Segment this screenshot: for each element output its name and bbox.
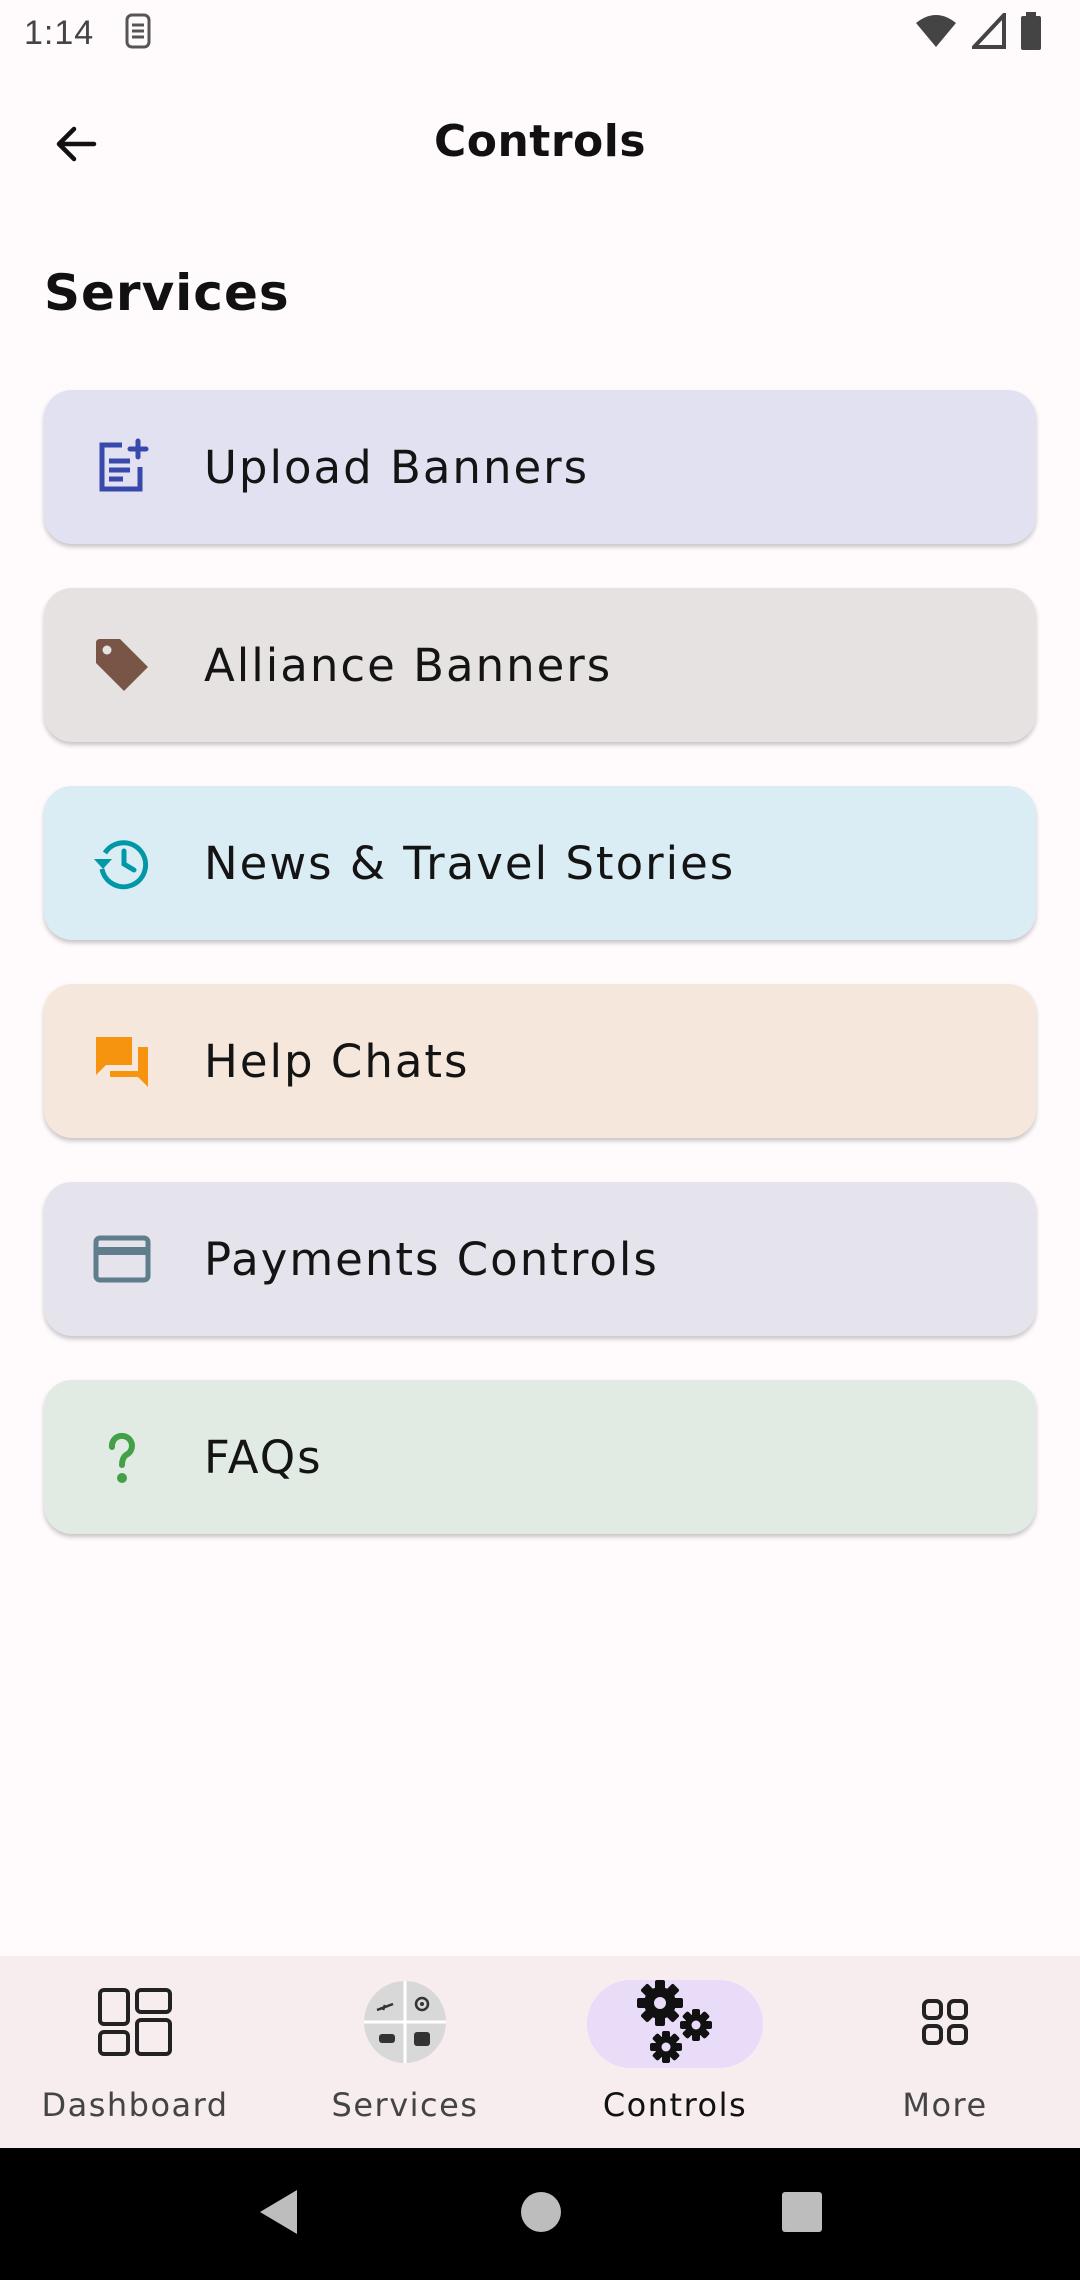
nav-controls[interactable]: Controls: [540, 1956, 810, 2148]
app-bar: Controls: [0, 86, 1080, 202]
status-bar: 1:14: [0, 0, 1080, 66]
upload-banners-tile[interactable]: Upload Banners: [44, 390, 1036, 544]
tile-label: Payments Controls: [204, 1232, 659, 1286]
tag-icon: [86, 629, 158, 701]
faqs-tile[interactable]: FAQs: [44, 1380, 1036, 1534]
dashboard-icon: [97, 1987, 173, 2061]
status-time: 1:14: [24, 13, 95, 52]
nav-icon-container: [47, 1980, 223, 2068]
credit-card-icon: [86, 1223, 158, 1295]
page-title: Controls: [433, 116, 647, 167]
tile-label: Help Chats: [204, 1034, 470, 1088]
post-add-icon: [86, 431, 158, 503]
battery-icon: [1020, 12, 1042, 54]
tile-label: Alliance Banners: [204, 638, 613, 692]
nav-icon-container: [317, 1980, 493, 2068]
recents-square-icon[interactable]: [781, 2191, 823, 2237]
nav-label: More: [902, 2086, 988, 2124]
services-list: Upload Banners Alliance Banners News & T…: [44, 390, 1036, 1578]
grid-icon: [922, 1999, 968, 2049]
tile-label: Upload Banners: [204, 440, 590, 494]
news-travel-stories-tile[interactable]: News & Travel Stories: [44, 786, 1036, 940]
nav-label: Dashboard: [41, 2086, 229, 2124]
nav-more[interactable]: More: [810, 1956, 1080, 2148]
bottom-nav: Dashboard Services Controls More: [0, 1956, 1080, 2148]
nav-icon-container: [587, 1980, 763, 2068]
sim-card-icon: [124, 13, 152, 53]
question-mark-icon: [86, 1421, 158, 1493]
gears-icon: [634, 1979, 716, 2069]
nav-icon-container: [857, 1980, 1033, 2068]
nav-label: Controls: [602, 2086, 748, 2124]
history-icon: [86, 827, 158, 899]
help-chats-tile[interactable]: Help Chats: [44, 984, 1036, 1138]
system-nav-bar: [0, 2148, 1080, 2280]
payments-controls-tile[interactable]: Payments Controls: [44, 1182, 1036, 1336]
nav-services[interactable]: Services: [270, 1956, 540, 2148]
tile-label: FAQs: [204, 1430, 323, 1484]
home-circle-icon[interactable]: [519, 2190, 563, 2238]
forum-icon: [86, 1025, 158, 1097]
services-icon: [363, 1980, 447, 2068]
nav-label: Services: [331, 2086, 479, 2124]
signal-icon: [969, 9, 1006, 53]
nav-dashboard[interactable]: Dashboard: [0, 1956, 270, 2148]
back-triangle-icon[interactable]: [257, 2188, 301, 2240]
wifi-icon: [914, 13, 958, 53]
tile-label: News & Travel Stories: [204, 836, 736, 890]
alliance-banners-tile[interactable]: Alliance Banners: [44, 588, 1036, 742]
section-title: Services: [44, 264, 290, 322]
